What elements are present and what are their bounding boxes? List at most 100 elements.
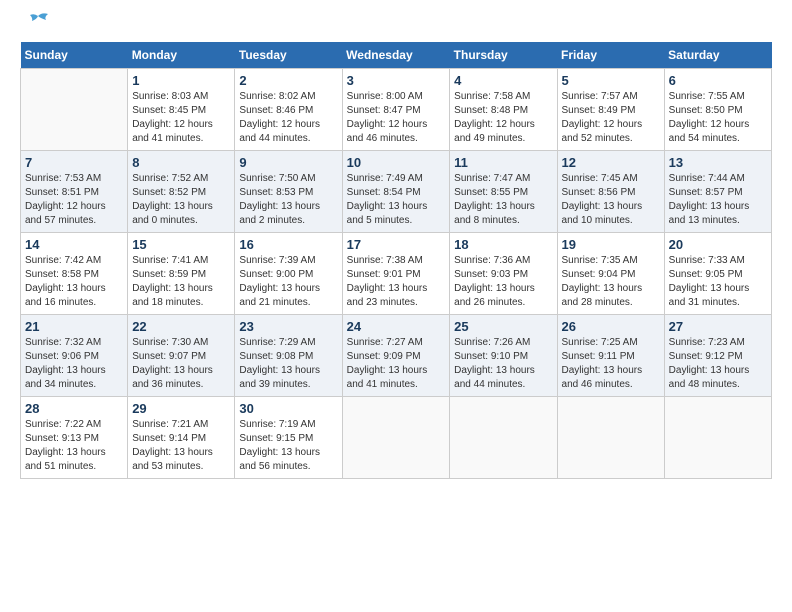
day-number: 2 (239, 73, 337, 88)
week-row-1: 1Sunrise: 8:03 AM Sunset: 8:45 PM Daylig… (21, 69, 772, 151)
day-info: Sunrise: 7:49 AM Sunset: 8:54 PM Dayligh… (347, 172, 446, 228)
day-number: 25 (454, 319, 552, 334)
header-sunday: Sunday (21, 42, 128, 69)
calendar-cell: 11 Sunrise: 7:47 AM Sunset: 8:55 PM Dayli… (450, 151, 557, 233)
day-number: 8 (132, 155, 230, 170)
header-thursday: Thursday (450, 42, 557, 69)
day-info: Sunrise: 7:35 AM Sunset: 9:04 PM Dayligh… (562, 254, 660, 310)
calendar-cell: 27 Sunrise: 7:23 AM Sunset: 9:12 PM Dayli… (664, 315, 771, 397)
calendar-cell: 24Sunrise: 7:27 AM Sunset: 9:09 PM Dayli… (342, 315, 450, 397)
day-number: 30 (239, 401, 337, 416)
calendar-cell: 5 Sunrise: 7:57 AM Sunset: 8:49 PM Daylig… (557, 69, 664, 151)
header-row: SundayMondayTuesdayWednesdayThursdayFrid… (21, 42, 772, 69)
day-number: 29 (132, 401, 230, 416)
calendar-cell: 4 Sunrise: 7:58 AM Sunset: 8:48 PM Daylig… (450, 69, 557, 151)
day-info: Sunrise: 7:26 AM Sunset: 9:10 PM Dayligh… (454, 336, 552, 392)
calendar-cell: 18 Sunrise: 7:36 AM Sunset: 9:03 PM Dayli… (450, 233, 557, 315)
calendar-cell: 1Sunrise: 8:03 AM Sunset: 8:45 PM Daylig… (128, 69, 235, 151)
logo-bird-icon (24, 12, 52, 32)
calendar-cell: 20 Sunrise: 7:33 AM Sunset: 9:05 PM Dayli… (664, 233, 771, 315)
logo (20, 20, 52, 32)
calendar-cell: 23 Sunrise: 7:29 AM Sunset: 9:08 PM Dayli… (235, 315, 342, 397)
day-number: 17 (347, 237, 446, 252)
day-number: 26 (562, 319, 660, 334)
calendar-cell: 26 Sunrise: 7:25 AM Sunset: 9:11 PM Dayli… (557, 315, 664, 397)
day-info: Sunrise: 7:47 AM Sunset: 8:55 PM Dayligh… (454, 172, 552, 228)
day-info: Sunrise: 7:33 AM Sunset: 9:05 PM Dayligh… (669, 254, 767, 310)
day-info: Sunrise: 7:38 AM Sunset: 9:01 PM Dayligh… (347, 254, 446, 310)
calendar-cell: 30 Sunrise: 7:19 AM Sunset: 9:15 PM Dayli… (235, 397, 342, 479)
day-info: Sunrise: 7:42 AM Sunset: 8:58 PM Dayligh… (25, 254, 123, 310)
day-info: Sunrise: 7:53 AM Sunset: 8:51 PM Dayligh… (25, 172, 123, 228)
day-number: 27 (669, 319, 767, 334)
day-info: Sunrise: 7:50 AM Sunset: 8:53 PM Dayligh… (239, 172, 337, 228)
day-number: 28 (25, 401, 123, 416)
calendar-cell: 21 Sunrise: 7:32 AM Sunset: 9:06 PM Dayli… (21, 315, 128, 397)
day-number: 24 (347, 319, 446, 334)
day-info: Sunrise: 8:00 AM Sunset: 8:47 PM Dayligh… (347, 90, 446, 146)
calendar-cell: 10 Sunrise: 7:49 AM Sunset: 8:54 PM Dayli… (342, 151, 450, 233)
calendar-cell: 28 Sunrise: 7:22 AM Sunset: 9:13 PM Dayli… (21, 397, 128, 479)
calendar-cell: 7 Sunrise: 7:53 AM Sunset: 8:51 PM Daylig… (21, 151, 128, 233)
page-header (20, 20, 772, 32)
day-info: Sunrise: 7:36 AM Sunset: 9:03 PM Dayligh… (454, 254, 552, 310)
calendar-cell: 15 Sunrise: 7:41 AM Sunset: 8:59 PM Dayli… (128, 233, 235, 315)
day-number: 22 (132, 319, 230, 334)
header-wednesday: Wednesday (342, 42, 450, 69)
calendar-cell: 29 Sunrise: 7:21 AM Sunset: 9:14 PM Dayli… (128, 397, 235, 479)
calendar-cell: 3Sunrise: 8:00 AM Sunset: 8:47 PM Daylig… (342, 69, 450, 151)
day-info: Sunrise: 7:41 AM Sunset: 8:59 PM Dayligh… (132, 254, 230, 310)
day-info: Sunrise: 7:45 AM Sunset: 8:56 PM Dayligh… (562, 172, 660, 228)
day-number: 7 (25, 155, 123, 170)
calendar-cell: 13 Sunrise: 7:44 AM Sunset: 8:57 PM Dayli… (664, 151, 771, 233)
day-number: 5 (562, 73, 660, 88)
day-info: Sunrise: 7:25 AM Sunset: 9:11 PM Dayligh… (562, 336, 660, 392)
day-info: Sunrise: 7:22 AM Sunset: 9:13 PM Dayligh… (25, 418, 123, 474)
day-number: 21 (25, 319, 123, 334)
day-number: 20 (669, 237, 767, 252)
header-friday: Friday (557, 42, 664, 69)
calendar-cell: 22Sunrise: 7:30 AM Sunset: 9:07 PM Dayli… (128, 315, 235, 397)
week-row-3: 14 Sunrise: 7:42 AM Sunset: 8:58 PM Dayli… (21, 233, 772, 315)
day-info: Sunrise: 7:52 AM Sunset: 8:52 PM Dayligh… (132, 172, 230, 228)
day-number: 1 (132, 73, 230, 88)
day-info: Sunrise: 7:44 AM Sunset: 8:57 PM Dayligh… (669, 172, 767, 228)
header-saturday: Saturday (664, 42, 771, 69)
day-number: 13 (669, 155, 767, 170)
calendar-cell (557, 397, 664, 479)
day-info: Sunrise: 7:29 AM Sunset: 9:08 PM Dayligh… (239, 336, 337, 392)
day-number: 23 (239, 319, 337, 334)
day-info: Sunrise: 7:55 AM Sunset: 8:50 PM Dayligh… (669, 90, 767, 146)
day-info: Sunrise: 7:21 AM Sunset: 9:14 PM Dayligh… (132, 418, 230, 474)
day-number: 9 (239, 155, 337, 170)
day-number: 18 (454, 237, 552, 252)
calendar-table: SundayMondayTuesdayWednesdayThursdayFrid… (20, 42, 772, 479)
calendar-cell: 17 Sunrise: 7:38 AM Sunset: 9:01 PM Dayli… (342, 233, 450, 315)
day-number: 16 (239, 237, 337, 252)
calendar-cell (664, 397, 771, 479)
day-info: Sunrise: 7:32 AM Sunset: 9:06 PM Dayligh… (25, 336, 123, 392)
week-row-2: 7 Sunrise: 7:53 AM Sunset: 8:51 PM Daylig… (21, 151, 772, 233)
day-number: 11 (454, 155, 552, 170)
day-info: Sunrise: 7:23 AM Sunset: 9:12 PM Dayligh… (669, 336, 767, 392)
day-number: 19 (562, 237, 660, 252)
day-number: 15 (132, 237, 230, 252)
day-number: 12 (562, 155, 660, 170)
calendar-cell: 14 Sunrise: 7:42 AM Sunset: 8:58 PM Dayli… (21, 233, 128, 315)
day-number: 4 (454, 73, 552, 88)
header-monday: Monday (128, 42, 235, 69)
day-info: Sunrise: 7:57 AM Sunset: 8:49 PM Dayligh… (562, 90, 660, 146)
calendar-cell: 16Sunrise: 7:39 AM Sunset: 9:00 PM Dayli… (235, 233, 342, 315)
day-info: Sunrise: 7:58 AM Sunset: 8:48 PM Dayligh… (454, 90, 552, 146)
day-number: 10 (347, 155, 446, 170)
calendar-cell (21, 69, 128, 151)
week-row-4: 21 Sunrise: 7:32 AM Sunset: 9:06 PM Dayli… (21, 315, 772, 397)
calendar-cell: 12 Sunrise: 7:45 AM Sunset: 8:56 PM Dayli… (557, 151, 664, 233)
calendar-cell: 25 Sunrise: 7:26 AM Sunset: 9:10 PM Dayli… (450, 315, 557, 397)
day-info: Sunrise: 8:02 AM Sunset: 8:46 PM Dayligh… (239, 90, 337, 146)
calendar-cell: 19 Sunrise: 7:35 AM Sunset: 9:04 PM Dayli… (557, 233, 664, 315)
day-info: Sunrise: 7:19 AM Sunset: 9:15 PM Dayligh… (239, 418, 337, 474)
day-number: 14 (25, 237, 123, 252)
header-tuesday: Tuesday (235, 42, 342, 69)
calendar-cell: 2 Sunrise: 8:02 AM Sunset: 8:46 PM Daylig… (235, 69, 342, 151)
